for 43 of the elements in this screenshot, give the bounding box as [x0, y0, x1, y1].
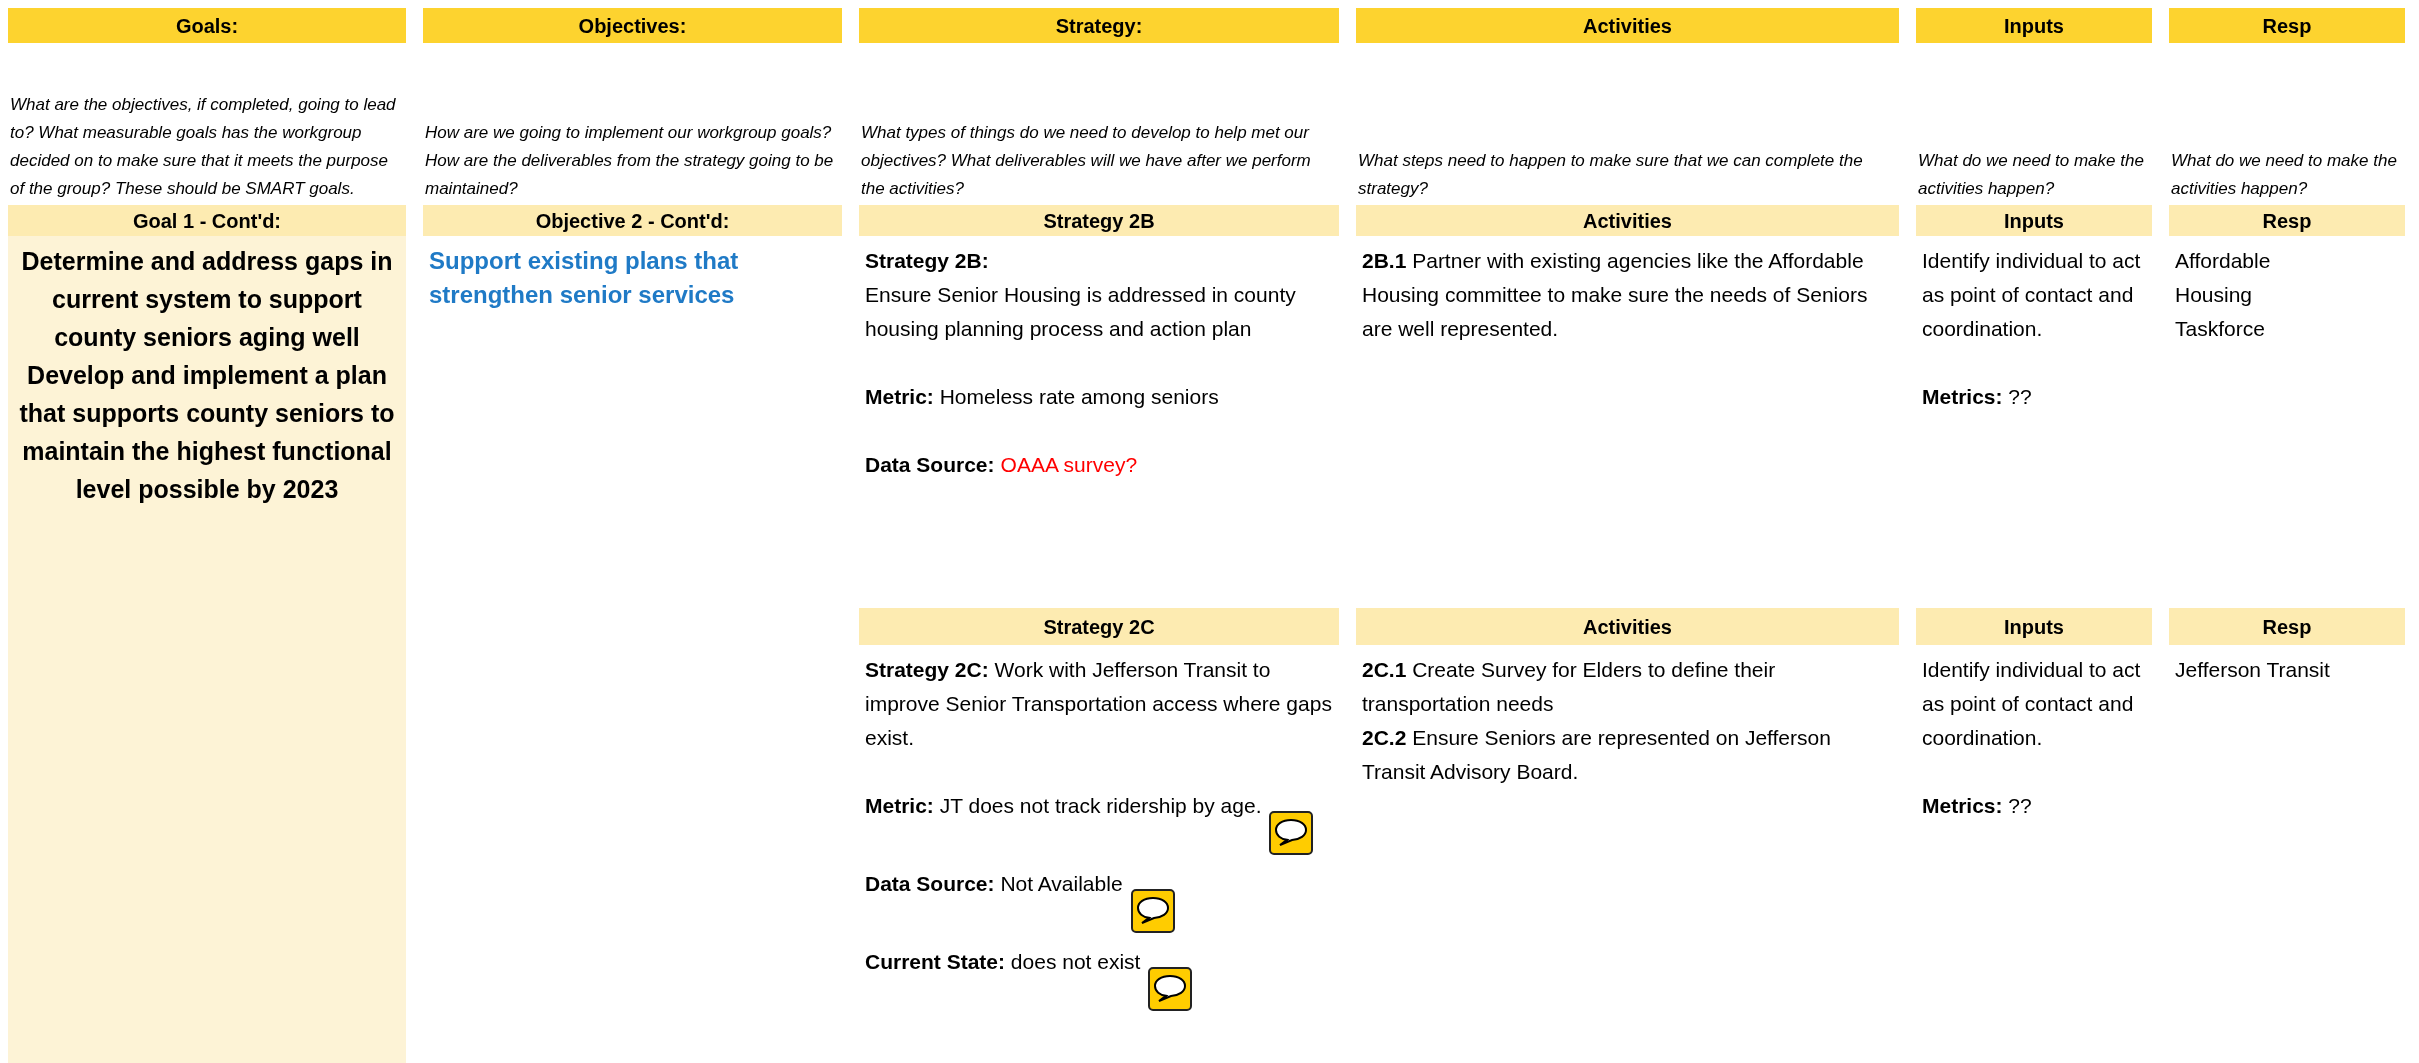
- cell-text: Strategy 2C: Work with Jefferson Transit to improve Senior Transportation access where gaps exist.: [865, 658, 1332, 749]
- comment-icon[interactable]: [1269, 811, 1314, 855]
- column-header: Activities: [1356, 8, 1899, 43]
- column-header: Inputs: [1916, 8, 2152, 43]
- cell-text: Data Source: Not Available: [865, 872, 1123, 895]
- section-header: Resp: [2169, 608, 2405, 645]
- note-text: OAAA survey?: [1000, 453, 1138, 476]
- section-header: Activities: [1356, 205, 1899, 236]
- comment-icon[interactable]: [1130, 889, 1175, 933]
- cell-text: Identify individual to act as point of contact and coordination.: [1922, 658, 2141, 749]
- cell-text: Strategy 2B: Ensure Senior Housing is addressed in county housing planning process and action plan: [865, 249, 1296, 340]
- column-description: What steps need to happen to make sure that we can complete the strategy?: [1358, 150, 1864, 200]
- cell-text: Data Source:: [865, 453, 995, 476]
- section-header: Resp: [2169, 205, 2405, 236]
- column-header: Strategy:: [859, 8, 1339, 43]
- cell-text: Metric: JT does not track ridership by age.: [865, 794, 1262, 817]
- section-header: Inputs: [1916, 608, 2152, 645]
- column-header: Objectives:: [423, 8, 842, 43]
- section-header: Objective 2 - Cont'd:: [423, 205, 842, 236]
- cell-text: 2C.1 Create Survey for Elders to define their transportation needs 2C.2 Ensure Seniors are represented on Jefferson Transit Advisory Board.: [1362, 658, 1831, 783]
- comment-icon[interactable]: [1148, 967, 1193, 1011]
- section-header: Strategy 2B: [859, 205, 1339, 236]
- column-description: What types of things do we need to develop to help met our objectives? What deliverables will we have after we perform the activities?: [861, 122, 1312, 200]
- cell-text: 2B.1 Partner with existing agencies like the Affordable Housing committee to make sure the needs of Seniors are well represented.: [1362, 249, 1868, 340]
- section-header: Activities: [1356, 608, 1899, 645]
- cell-text: Jefferson Transit: [2175, 658, 2330, 681]
- cell-text: Metrics: ??: [1922, 385, 2032, 408]
- column-description: What do we need to make the activities happen?: [1918, 150, 2145, 200]
- section-header: Inputs: [1916, 205, 2152, 236]
- column-description: What are the objectives, if completed, going to lead to? What measurable goals has the workgroup decided on to make sure that it meets the purpose of the group? These should be SMART goals.: [10, 94, 397, 200]
- cell-text: Metric: Homeless rate among seniors: [865, 385, 1219, 408]
- column-description: How are we going to implement our workgroup goals? How are the deliverables from the strategy going to be maintained?: [425, 122, 835, 200]
- column-description: What do we need to make the activities happen?: [2171, 150, 2398, 200]
- cell-text: Affordable Housing Taskforce: [2175, 249, 2271, 340]
- column-header: Goals:: [8, 8, 406, 43]
- column-header: Resp: [2169, 8, 2405, 43]
- cell-text: Metrics: ??: [1922, 794, 2032, 817]
- section-header: Strategy 2C: [859, 608, 1339, 645]
- cell-text: Current State: does not exist: [865, 950, 1141, 973]
- section-header: Goal 1 - Cont'd:: [8, 205, 406, 236]
- goal-text: Determine and address gaps in current system to support county seniors aging well Develop and implement a plan that supports county seniors to maintain the highest functional level possible by 2023: [18, 246, 396, 505]
- cell-text: Identify individual to act as point of contact and coordination.: [1922, 249, 2141, 340]
- objective-text: Support existing plans that strengthen senior services: [429, 246, 740, 310]
